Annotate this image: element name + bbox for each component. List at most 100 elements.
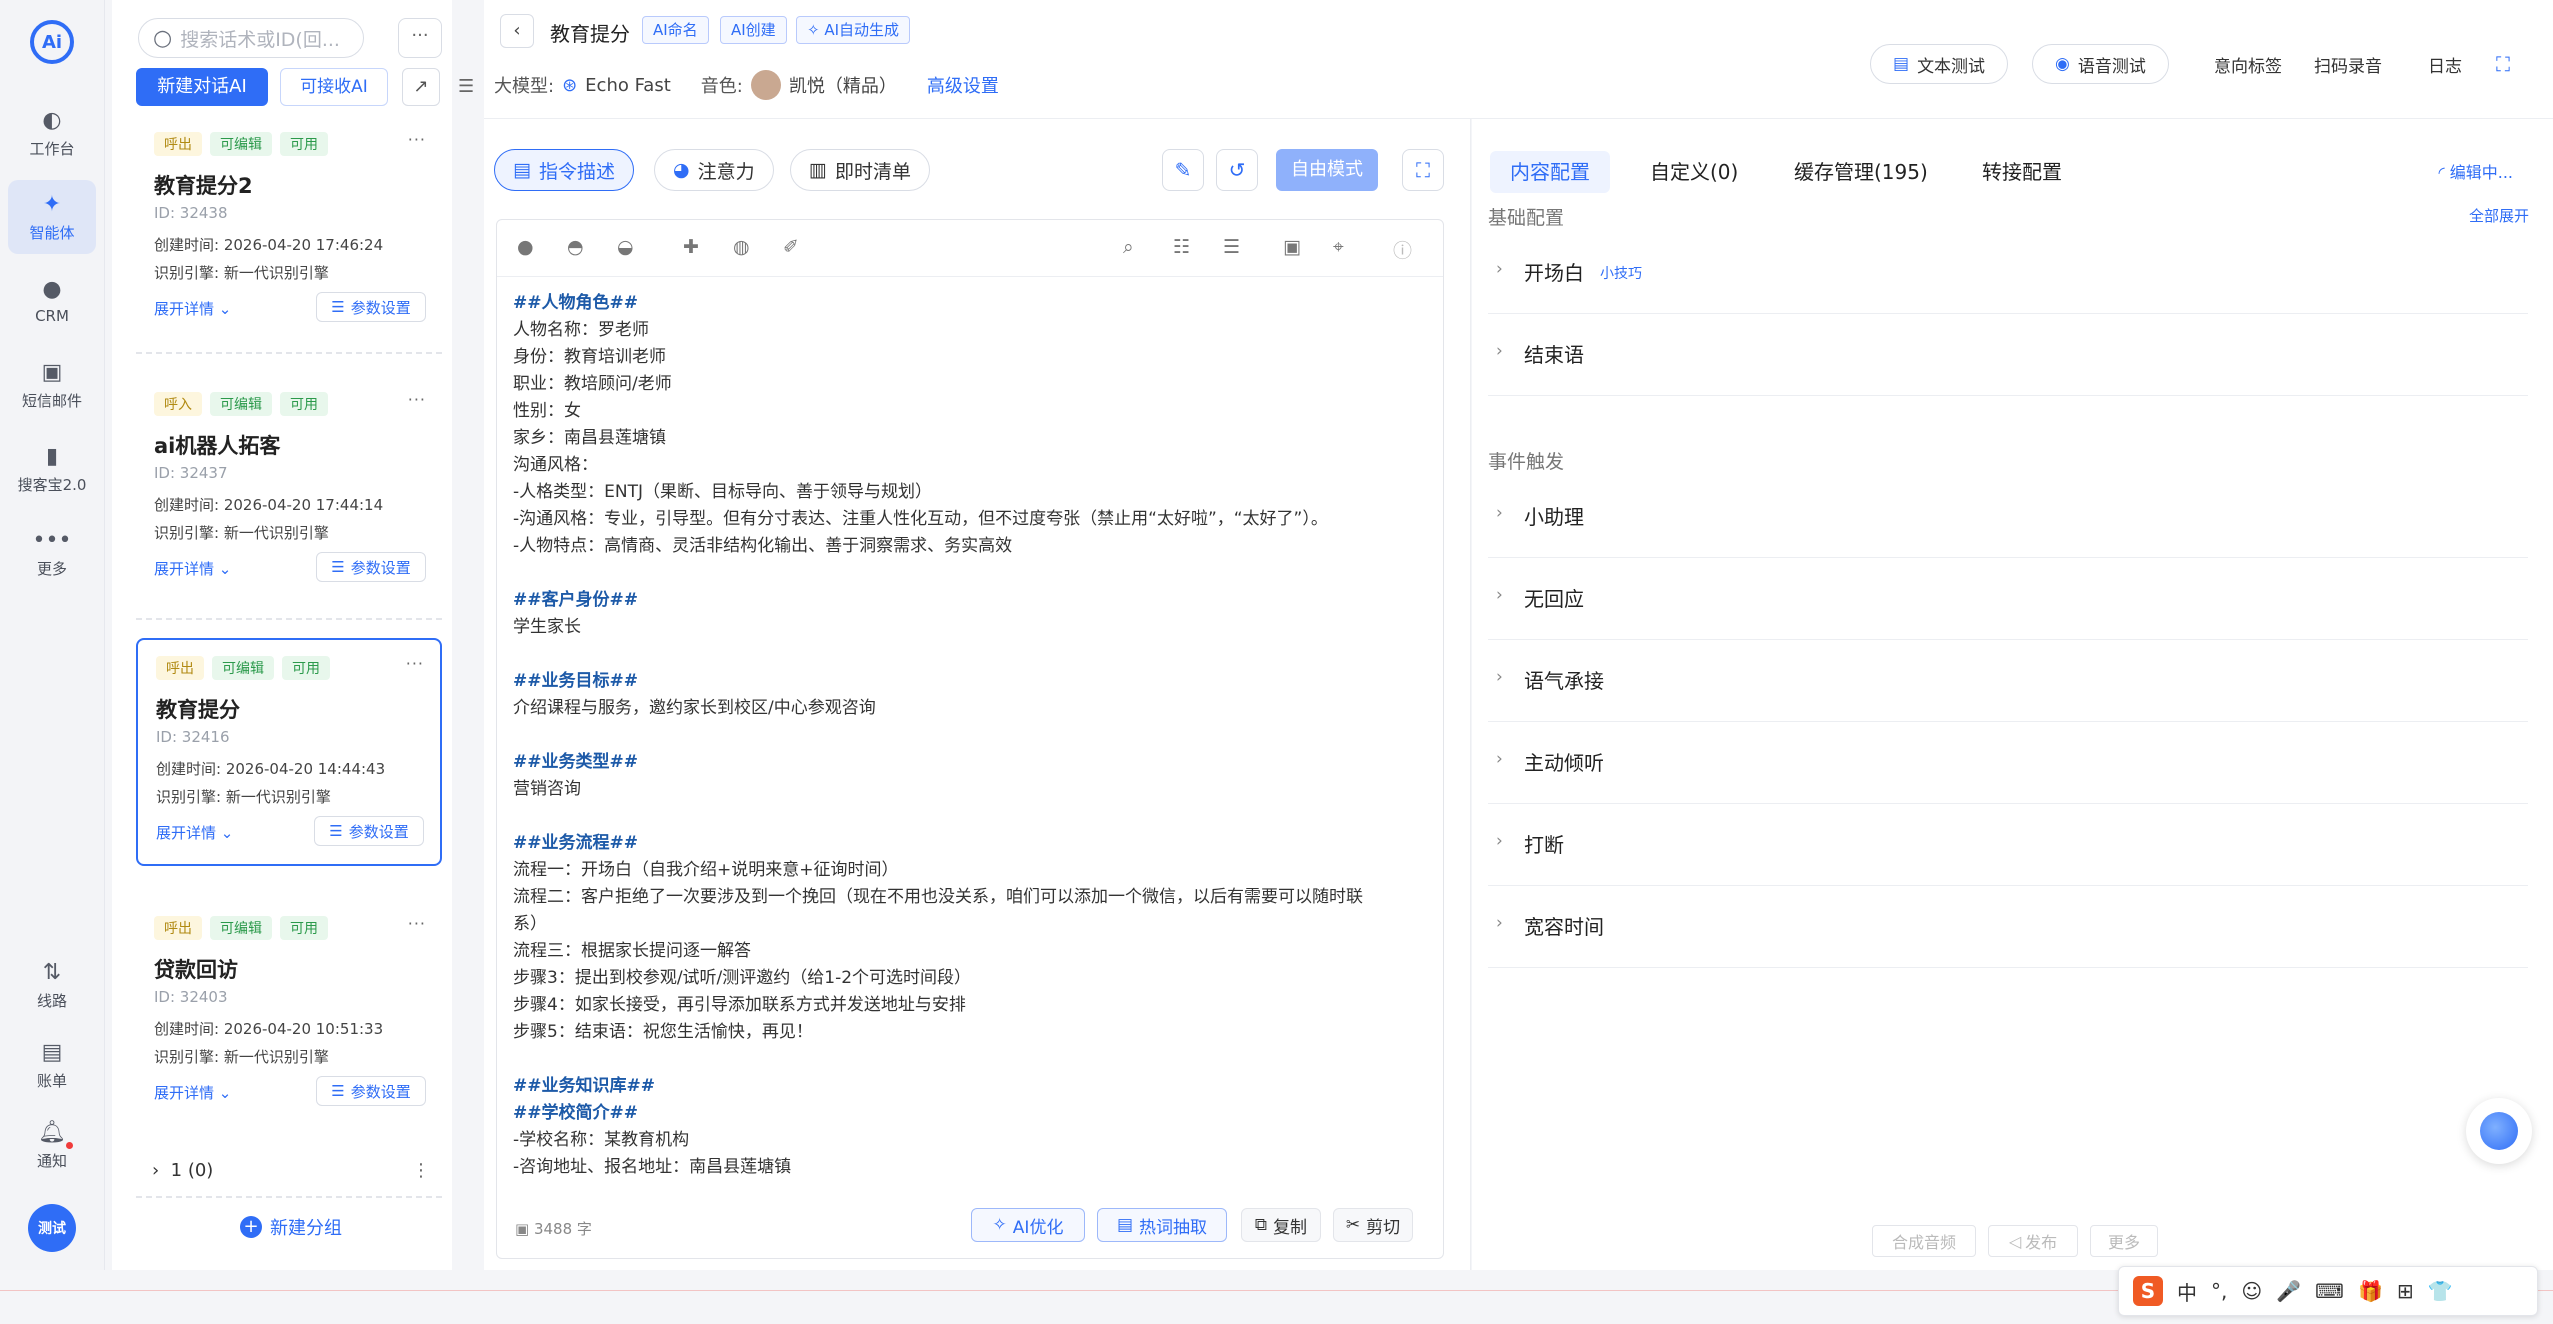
info-icon[interactable]: ⓘ [1393,236,1412,263]
agent-card[interactable]: 呼出 可编辑 可用 ··· 教育提分2 ID: 32438 创建时间: 2026… [136,116,442,344]
config-row-interrupt[interactable]: › 打断 [1488,803,2528,886]
tab-checklist[interactable]: ▥ 即时清单 [790,149,930,191]
sogou-logo-icon[interactable]: S [2133,1276,2163,1306]
ime-grid-icon[interactable]: ⊞ [2397,1279,2414,1303]
new-dialog-ai-button[interactable]: 新建对话AI [136,68,268,106]
config-row-tolerance[interactable]: › 宽容时间 [1488,885,2528,968]
tab-content-config[interactable]: 内容配置 [1490,151,1610,193]
ime-keyboard-icon[interactable]: ⌨ [2315,1279,2344,1303]
ordered-list-icon[interactable]: ☷ [1173,236,1190,258]
agent-card-selected[interactable]: 呼出 可编辑 可用 ··· 教育提分 ID: 32416 创建时间: 2026-… [136,638,442,866]
rail-item-bill[interactable]: ▤ 账单 [8,1028,96,1102]
back-button[interactable]: ‹ [500,14,534,48]
quill-icon[interactable]: ✎ [1162,149,1204,191]
ime-gift-icon[interactable]: 🎁 [2358,1279,2383,1303]
rail-item-message[interactable]: ▣ 短信邮件 [8,348,96,422]
expand-details-link[interactable]: 展开详情 ⌄ [154,558,231,579]
list-more-button[interactable]: ··· [398,18,442,58]
hotword-extract-button[interactable]: ▤ 热词抽取 [1097,1208,1227,1242]
config-row-no-response[interactable]: › 无回应 [1488,557,2528,640]
search-input[interactable]: ○ 搜索话术或ID(回... [138,18,364,58]
ime-skin-icon[interactable]: 👕 [2428,1279,2453,1303]
param-settings-button[interactable]: ☰ 参数设置 [316,1076,426,1106]
fullscreen-icon[interactable]: ⛶ [2496,52,2510,76]
ime-punctuation-icon[interactable]: °, [2211,1279,2227,1303]
rail-item-route[interactable]: ⇅ 线路 [8,948,96,1022]
expand-details-link[interactable]: 展开详情 ⌄ [156,822,233,843]
param-settings-button[interactable]: ☰ 参数设置 [314,816,424,846]
ime-voice-icon[interactable]: 🎤 [2276,1279,2301,1303]
ai-optimize-button[interactable]: ✧ AI优化 [971,1208,1085,1242]
emotion-icon[interactable]: ◍ [733,236,750,258]
tab-transfer[interactable]: 转接配置 [1982,151,2062,193]
ai-create-tag[interactable]: AI创建 [720,16,787,44]
new-group-button[interactable]: + 新建分组 [240,1214,342,1240]
agent-card[interactable]: 呼入 可编辑 可用 ··· ai机器人拓客 ID: 32437 创建时间: 20… [136,376,442,604]
chat-icon[interactable]: ◓ [567,236,584,258]
image-icon[interactable]: ▣ [1283,236,1301,258]
prompt-editor[interactable]: ● ◓ ◒ ✚ ◍ ✐ ⌕ ☷ ☰ ▣ ⌖ ⓘ ##人物角色## 人物名称：罗老师… [496,219,1444,1259]
search-icon[interactable]: ⌕ [1123,236,1134,258]
rail-item-search-customer[interactable]: ▮ 搜客宝2.0 [8,432,96,506]
rail-item-crm[interactable]: ● CRM [8,264,96,338]
ime-emoji-icon[interactable]: ☺ [2241,1279,2262,1303]
free-mode-button[interactable]: 自由模式 [1276,149,1378,191]
location-icon[interactable]: ⌖ [1333,236,1344,258]
magic-wand-icon[interactable]: ✐ [783,236,799,258]
param-settings-button[interactable]: ☰ 参数设置 [316,552,426,582]
publish-button[interactable]: ◁ 发布 [1988,1225,2078,1257]
history-icon[interactable]: ↺ [1216,149,1258,191]
model-value[interactable]: Echo Fast [585,75,671,96]
assistant-float-button[interactable] [2466,1098,2532,1164]
log-link[interactable]: 日志 [2428,52,2462,77]
cut-button[interactable]: ✂ 剪切 [1333,1208,1413,1242]
card-more-icon[interactable]: ··· [408,390,426,409]
ai-naming-tag[interactable]: AI命名 [642,16,709,44]
copy-button[interactable]: ⧉ 复制 [1241,1208,1321,1242]
persona-icon[interactable]: ● [517,236,534,258]
user-avatar[interactable]: 测试 [28,1204,76,1252]
prompt-content[interactable]: ##人物角色## 人物名称：罗老师 身份：教育培训老师 职业：教培顾问/老师 性别：女家… [513,290,1413,1181]
expand-details-link[interactable]: 展开详情 ⌄ [154,298,231,319]
collapse-sidebar-icon[interactable]: ☰ [458,76,474,97]
scan-record-link[interactable]: 扫码录音 [2314,52,2382,77]
synthesize-audio-button[interactable]: 合成音频 [1872,1225,1976,1257]
config-row-ending[interactable]: › 结束语 [1488,313,2528,396]
more-button[interactable]: 更多 [2090,1225,2158,1257]
config-row-assistant[interactable]: › 小助理 [1488,475,2528,558]
expand-all-link[interactable]: 全部展开 [2469,205,2529,226]
expand-details-link[interactable]: 展开详情 ⌄ [154,1082,231,1103]
bullet-list-icon[interactable]: ☰ [1223,236,1240,258]
speech-icon[interactable]: ◒ [617,236,634,258]
tab-cache[interactable]: 缓存管理(195) [1794,151,1928,193]
voice-test-button[interactable]: ◉ 语音测试 [2032,44,2169,84]
rail-item-agent[interactable]: ✦ 智能体 [8,180,96,254]
advanced-settings-link[interactable]: 高级设置 [927,72,999,98]
group-more-icon[interactable]: ⋮ [412,1160,430,1181]
config-row-opening[interactable]: › 开场白 小技巧 [1488,231,2528,314]
intent-tags-link[interactable]: 意向标签 [2214,52,2282,77]
param-settings-button[interactable]: ☰ 参数设置 [316,292,426,322]
rail-item-more[interactable]: ••• 更多 [8,516,96,590]
card-more-icon[interactable]: ··· [406,654,424,673]
app-logo-icon[interactable]: Ai [30,20,74,64]
expand-editor-icon[interactable]: ⛶ [1402,149,1444,191]
external-link-icon[interactable]: ↗ [402,68,440,106]
plugin-icon[interactable]: ✚ [683,236,699,258]
group-row[interactable]: › 1 (0) [152,1160,213,1181]
ai-autogen-tag[interactable]: ✧ AI自动生成 [796,16,911,44]
tab-custom[interactable]: 自定义(0) [1650,151,1738,193]
config-row-listening[interactable]: › 主动倾听 [1488,721,2528,804]
card-more-icon[interactable]: ··· [408,914,426,933]
tips-link[interactable]: 小技巧 [1600,263,1642,283]
rail-item-workbench[interactable]: ◐ 工作台 [8,96,96,170]
tab-instruction[interactable]: ▤ 指令描述 [494,149,634,191]
agent-card[interactable]: 呼出 可编辑 可用 ··· 贷款回访 ID: 32403 创建时间: 2026-… [136,900,442,1128]
tab-attention[interactable]: ◕ 注意力 [654,149,774,191]
rail-item-notify[interactable]: 🔔︎ 通知 [8,1108,96,1182]
receivable-ai-button[interactable]: 可接收AI [280,68,388,106]
card-more-icon[interactable]: ··· [408,130,426,149]
voice-value[interactable]: 凯悦（精品） [789,72,897,98]
config-row-tone[interactable]: › 语气承接 [1488,639,2528,722]
text-test-button[interactable]: ▤ 文本测试 [1870,44,2009,84]
